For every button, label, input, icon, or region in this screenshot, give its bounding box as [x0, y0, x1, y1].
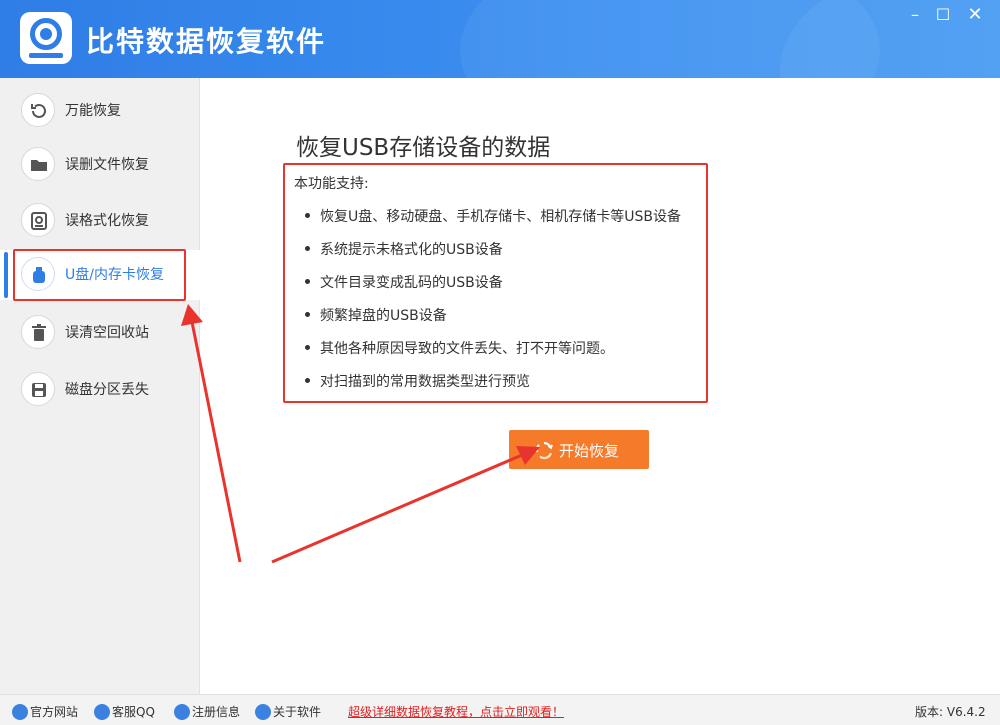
- feature-item: 恢复U盘、移动硬盘、手机存储卡、相机存储卡等USB设备: [305, 206, 681, 226]
- feature-item: 频繁掉盘的USB设备: [305, 305, 447, 325]
- title-bar: 比特数据恢复软件 – ☐ ✕: [0, 0, 1000, 78]
- support-qq-link[interactable]: 客服QQ: [94, 703, 155, 721]
- bullet-icon: [305, 212, 310, 218]
- undo-icon: [21, 93, 55, 127]
- feature-item: 其他各种原因导致的文件丢失、打不开等问题。: [305, 338, 614, 358]
- status-bar: 官方网站 客服QQ 注册信息 关于软件 超级详细数据恢复教程，点击立即观看！ 版…: [0, 694, 1000, 725]
- close-button[interactable]: ✕: [962, 4, 988, 26]
- sidebar-item-label: 万能恢复: [65, 103, 121, 119]
- save-disk-icon: [21, 372, 55, 406]
- start-recovery-button[interactable]: 开始恢复: [509, 430, 649, 469]
- tutorial-link[interactable]: 超级详细数据恢复教程，点击立即观看！: [348, 703, 564, 720]
- bullet-icon: [305, 344, 310, 350]
- sidebar-item-deleted-files[interactable]: 误删文件恢复: [0, 140, 200, 190]
- sidebar-item-format-recovery[interactable]: 误格式化恢复: [0, 196, 200, 246]
- app-title: 比特数据恢复软件: [86, 25, 327, 58]
- disk-restore-icon: [21, 203, 55, 237]
- support-label: 本功能支持:: [294, 176, 369, 192]
- app-logo-icon: [20, 12, 72, 64]
- about-link[interactable]: 关于软件: [255, 703, 321, 721]
- website-link[interactable]: 官方网站: [12, 703, 78, 721]
- minimize-button[interactable]: –: [902, 4, 928, 26]
- feature-item: 系统提示未格式化的USB设备: [305, 239, 503, 259]
- highlight-box-sidebar: [13, 249, 186, 301]
- bullet-icon: [305, 245, 310, 251]
- sidebar-item-label: 误删文件恢复: [65, 157, 149, 173]
- start-recovery-label: 开始恢复: [559, 442, 620, 460]
- register-info-link[interactable]: 注册信息: [174, 703, 240, 721]
- sidebar-item-recycle-bin[interactable]: 误清空回收站: [0, 308, 200, 358]
- bullet-icon: [305, 311, 310, 317]
- sidebar: 万能恢复 误删文件恢复 误格式化恢复 U盘/内存卡恢复 误清空回收站 磁盘分区丢…: [0, 78, 200, 694]
- version-label: 版本: V6.4.2: [915, 705, 986, 719]
- sidebar-item-label: 磁盘分区丢失: [65, 382, 149, 398]
- arrow-to-start-button: [271, 453, 523, 564]
- sidebar-item-partition-lost[interactable]: 磁盘分区丢失: [0, 365, 200, 415]
- bullet-icon: [305, 377, 310, 383]
- trash-icon: [21, 315, 55, 349]
- refresh-icon: [535, 441, 553, 460]
- bullet-icon: [305, 278, 310, 284]
- folder-icon: [21, 147, 55, 181]
- sidebar-item-universal-recovery[interactable]: 万能恢复: [0, 86, 200, 136]
- active-indicator: [4, 252, 8, 298]
- sidebar-item-label: 误清空回收站: [65, 325, 149, 341]
- info-icon: [255, 703, 271, 720]
- maximize-button[interactable]: ☐: [930, 4, 956, 26]
- feature-item: 对扫描到的常用数据类型进行预览: [305, 371, 530, 391]
- feature-item: 文件目录变成乱码的USB设备: [305, 272, 503, 292]
- user-icon: [174, 703, 190, 720]
- sidebar-item-label: 误格式化恢复: [65, 213, 149, 229]
- page-title: 恢复USB存储设备的数据: [296, 135, 551, 161]
- home-icon: [12, 703, 28, 720]
- qq-icon: [94, 703, 110, 720]
